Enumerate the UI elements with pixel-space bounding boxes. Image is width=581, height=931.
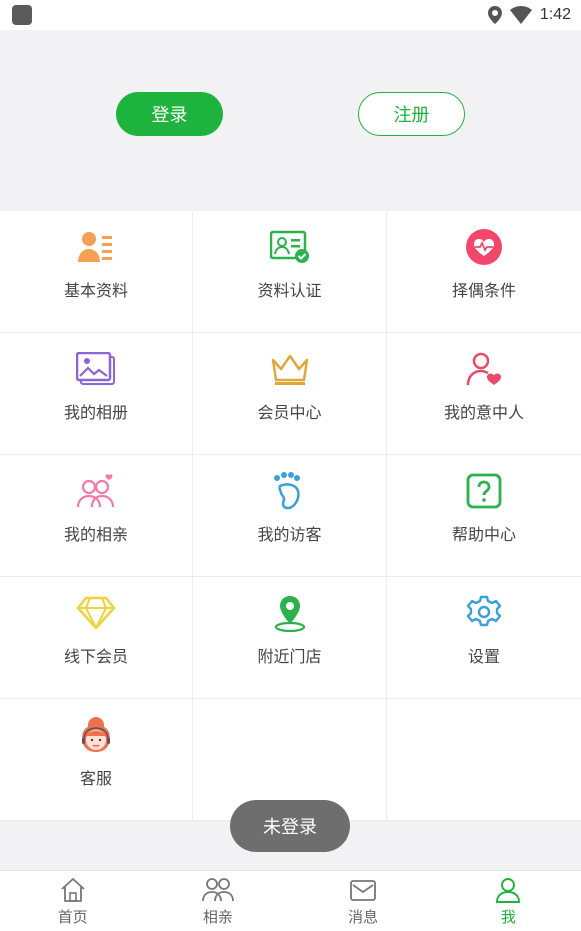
status-indicators: 1:42: [487, 4, 571, 26]
status-bar: 1:42: [0, 0, 581, 30]
menu-item-label: 择偶条件: [451, 281, 516, 300]
menu-grid: 基本资料 资料认证 择偶条件 我的相册 会员中心 我的意中人 我的相亲 我的访客…: [0, 211, 581, 821]
location-status-icon: [487, 6, 502, 24]
status-time: 1:42: [539, 6, 571, 23]
menu-item-my-album[interactable]: 我的相册: [0, 333, 193, 455]
diamond-icon: [76, 593, 116, 633]
register-button[interactable]: 注册: [358, 92, 465, 136]
menu-item-label: 设置: [467, 647, 500, 666]
menu-item-verification[interactable]: 资料认证: [193, 211, 387, 333]
tab-dating[interactable]: 相亲: [145, 871, 290, 931]
toast-message: 未登录: [230, 800, 350, 852]
id-verified-icon: [269, 227, 310, 267]
tab-label: 首页: [57, 908, 88, 926]
menu-item-basic-info[interactable]: 基本资料: [0, 211, 193, 333]
bottom-tab-bar: 首页 相亲 消息 我: [0, 870, 581, 931]
menu-item-my-dates[interactable]: 我的相亲: [0, 455, 193, 577]
menu-item-label: 线下会员: [63, 647, 128, 666]
menu-item-nearby-stores[interactable]: 附近门店: [193, 577, 387, 699]
menu-item-my-crush[interactable]: 我的意中人: [387, 333, 581, 455]
empty-cell: [387, 699, 581, 821]
wifi-icon: [509, 6, 532, 24]
home-icon: [61, 878, 85, 902]
menu-item-help-center[interactable]: 帮助中心: [387, 455, 581, 577]
menu-item-settings[interactable]: 设置: [387, 577, 581, 699]
user-icon: [496, 878, 521, 903]
menu-item-mate-criteria[interactable]: 择偶条件: [387, 211, 581, 333]
footprint-icon: [270, 471, 310, 511]
people-icon: [201, 878, 234, 902]
heart-pulse-icon: [464, 227, 504, 267]
menu-item-label: 我的意中人: [443, 403, 524, 422]
tab-messages[interactable]: 消息: [291, 871, 436, 931]
menu-item-label: 基本资料: [63, 281, 128, 300]
menu-item-label: 我的访客: [257, 525, 322, 544]
menu-item-label: 帮助中心: [451, 525, 516, 544]
menu-item-offline-member[interactable]: 线下会员: [0, 577, 193, 699]
login-button[interactable]: 登录: [116, 92, 223, 136]
user-heart-icon: [464, 349, 504, 389]
crown-icon: [270, 349, 310, 389]
menu-item-label: 我的相册: [63, 403, 128, 422]
menu-item-my-visitors[interactable]: 我的访客: [193, 455, 387, 577]
menu-item-label: 会员中心: [257, 403, 322, 422]
menu-item-label: 我的相亲: [63, 525, 128, 544]
tab-label: 消息: [348, 908, 379, 926]
tab-home[interactable]: 首页: [0, 871, 145, 931]
menu-item-label: 资料认证: [257, 281, 322, 300]
tab-label: 相亲: [202, 908, 233, 926]
gear-icon: [464, 593, 504, 633]
menu-item-label: 附近门店: [257, 647, 322, 666]
profile-card-icon: [76, 227, 116, 267]
couple-icon: [76, 471, 116, 511]
tab-me[interactable]: 我: [436, 871, 581, 931]
notification-app-icon: [12, 5, 32, 25]
customer-service-icon: [76, 715, 116, 755]
mail-icon: [350, 880, 377, 901]
menu-item-customer-service[interactable]: 客服: [0, 699, 193, 821]
help-icon: [464, 471, 504, 511]
menu-item-member-center[interactable]: 会员中心: [193, 333, 387, 455]
menu-item-label: 客服: [79, 769, 112, 788]
album-icon: [76, 349, 116, 389]
tab-label: 我: [500, 908, 516, 926]
login-header: [0, 30, 581, 211]
location-pin-icon: [270, 593, 310, 633]
